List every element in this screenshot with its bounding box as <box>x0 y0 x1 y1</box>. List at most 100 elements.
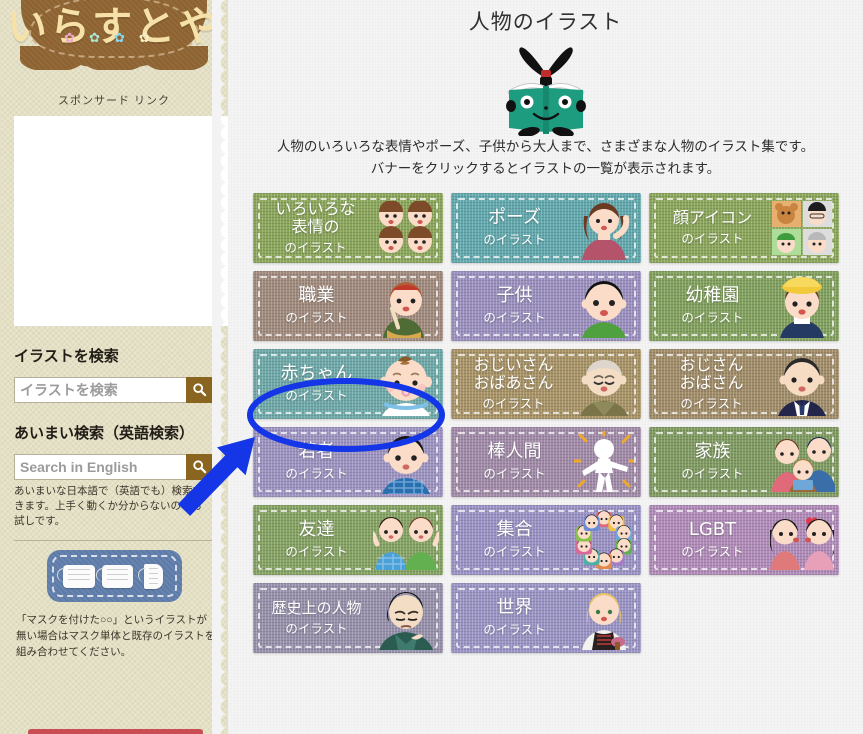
flower-icon-1: ✿ <box>64 30 90 45</box>
banner-kao-icon[interactable]: 顔アイコン のイラスト <box>648 193 839 264</box>
banner-rekishijo[interactable]: 歴史上の人物 のイラスト <box>252 583 443 654</box>
banner-tomodachi-labels: 友達 のイラスト <box>253 505 377 575</box>
banner-wakamono-labels: 若者 のイラスト <box>253 427 377 497</box>
banner-akachan[interactable]: 赤ちゃん のイラスト <box>252 349 443 420</box>
mask-illustration-banner[interactable] <box>46 550 182 603</box>
banner-ojiisan-obaasan[interactable]: おじいさん おばあさんのイラスト <box>450 349 641 420</box>
banner-yochien-artwork <box>769 271 835 341</box>
banner-kazoku-labels: 家族 のイラスト <box>649 427 773 497</box>
illustration-site-page: いらすとや ✿✿✿✿ スポンサード リンク イラストを検索 あいまい検索（英語検… <box>0 0 863 734</box>
banner-ojiisan-obaasan-artwork <box>571 349 637 419</box>
next-section-banner[interactable] <box>28 729 203 734</box>
flower-icon-3: ✿ <box>114 30 139 45</box>
banner-iroirona-hyojo-artwork <box>373 193 439 263</box>
search-submit-english[interactable] <box>186 453 213 480</box>
search-en-hint: あいまいな日本語で（英語でも）検索できます。上手く動くか分からないのでお試しです… <box>14 484 203 527</box>
banner-pose-title-line-1: ポーズ <box>487 207 542 229</box>
search-input-japanese[interactable] <box>14 376 186 403</box>
main-content: 人物のイラスト 人物のいろいろな表情やポーズ、子供から大人まで、さまざまな人物の… <box>228 0 863 734</box>
search-input-english[interactable] <box>14 453 186 480</box>
banner-ojiisan-obaasan-title-line-1: おじいさん <box>473 355 554 375</box>
banner-sekai[interactable]: 世界 のイラスト <box>450 583 641 654</box>
banner-tomodachi[interactable]: 友達 のイラスト <box>252 505 443 576</box>
banner-shokugyo-title-line-1: 職業 <box>298 285 335 307</box>
logo-flower-row: ✿✿✿✿ <box>0 30 228 46</box>
family-icon <box>770 437 835 493</box>
painter-icon <box>382 282 424 339</box>
banner-tomodachi-artwork <box>372 505 439 575</box>
banner-wakamono-artwork <box>373 427 439 497</box>
banner-lgbt-title-line-1: LGBT <box>688 519 737 541</box>
banner-shugo[interactable]: 集合 のイラスト <box>450 505 641 576</box>
banner-pose-subtitle: のイラスト <box>483 232 546 248</box>
banner-yochien-labels: 幼稚園 のイラスト <box>649 271 773 341</box>
two-friends-icon <box>372 517 439 571</box>
mask-icon-3 <box>143 564 163 590</box>
book-mascot-icon <box>505 47 586 136</box>
sidebar: いらすとや ✿✿✿✿ スポンサード リンク イラストを検索 あいまい検索（英語検… <box>0 0 228 734</box>
banner-bouningen[interactable]: 棒人間 のイラスト <box>450 427 641 498</box>
banner-bouningen-artwork <box>571 427 637 497</box>
banner-wakamono[interactable]: 若者 のイラスト <box>252 427 443 498</box>
banner-ojiisan-obaasan-subtitle: のイラスト <box>482 396 545 412</box>
banner-yochien-title-line-1: 幼稚園 <box>685 285 740 307</box>
banner-shugo-artwork <box>571 505 637 575</box>
book-mascot <box>228 36 863 136</box>
banner-rekishijo-title-line-1: 歴史上の人物 <box>271 598 362 617</box>
sidebar-divider <box>14 540 212 542</box>
banner-kodomo-artwork <box>571 271 637 341</box>
banner-wakamono-subtitle: のイラスト <box>285 466 348 482</box>
banner-shugo-subtitle: のイラスト <box>483 544 546 560</box>
lead-text-line-2: バナーをクリックするとイラストの一覧が表示されます。 <box>370 160 721 176</box>
banner-shokugyo-artwork <box>373 271 439 341</box>
banner-ojiisan-obaasan-title-line-2: おばあさん <box>473 373 554 393</box>
banner-rekishijo-artwork <box>373 583 439 653</box>
banner-lgbt[interactable]: LGBT のイラスト <box>648 505 839 576</box>
banner-rekishijo-labels: 歴史上の人物 のイラスト <box>253 583 377 653</box>
search-icon <box>193 460 207 474</box>
world-girl-icon <box>581 593 626 651</box>
two-women-kiss-icon <box>769 517 834 571</box>
banner-iroirona-hyojo-labels: いろいろな 表情の のイラスト <box>253 193 377 263</box>
banner-lgbt-labels: LGBT のイラスト <box>649 505 773 575</box>
banner-ojisan-obasan-title-line-2: おばさん <box>679 373 744 393</box>
boy-face-icon <box>581 281 626 339</box>
banner-kodomo[interactable]: 子供 のイラスト <box>450 271 641 342</box>
banner-pose[interactable]: ポーズ のイラスト <box>450 193 641 264</box>
banner-akachan-title-line-1: 赤ちゃん <box>280 363 353 385</box>
search-submit-japanese[interactable] <box>186 376 213 403</box>
banner-kodomo-title-line-1: 子供 <box>496 285 533 307</box>
banner-ojiisan-obaasan-labels: おじいさん おばあさんのイラスト <box>451 349 575 419</box>
banner-lgbt-artwork <box>769 505 835 575</box>
banner-iroirona-hyojo[interactable]: いろいろな 表情の のイラスト <box>252 193 443 264</box>
banner-shokugyo[interactable]: 職業 のイラスト <box>252 271 443 342</box>
banner-ojisan-obasan-labels: おじさん おばさん のイラスト <box>649 349 773 419</box>
banner-ojisan-obasan[interactable]: おじさん おばさん のイラスト <box>648 349 839 420</box>
banner-akachan-labels: 赤ちゃん のイラスト <box>253 349 377 419</box>
banner-shugo-title-line-1: 集合 <box>496 519 533 541</box>
banner-kazoku[interactable]: 家族 のイラスト <box>648 427 839 498</box>
banner-akachan-artwork <box>373 349 439 419</box>
banner-sekai-artwork <box>571 583 637 653</box>
banner-iroirona-hyojo-title-line-2: 表情の <box>291 217 340 237</box>
banner-shokugyo-subtitle: のイラスト <box>285 310 348 326</box>
banner-shugo-labels: 集合 のイラスト <box>451 505 575 575</box>
banner-yochien[interactable]: 幼稚園 のイラスト <box>648 271 839 342</box>
banner-kao-icon-artwork <box>769 193 835 263</box>
mask-icon-2 <box>101 565 133 589</box>
banner-pose-labels: ポーズ のイラスト <box>451 193 575 263</box>
mask-icon-1 <box>62 565 95 589</box>
baby-icon <box>379 356 432 417</box>
woman-pose-icon <box>581 203 629 261</box>
banner-kodomo-subtitle: のイラスト <box>483 310 546 326</box>
banner-iroirona-hyojo-title-line-1: いろいろな <box>275 199 356 219</box>
advertisement-slot[interactable] <box>14 116 228 326</box>
banner-sekai-subtitle: のイラスト <box>483 622 546 638</box>
flower-icon-4: ✿ <box>138 30 164 45</box>
kindergarten-girl-icon <box>779 277 824 339</box>
historical-figure-icon <box>378 592 433 651</box>
lead-text-line-1: 人物のいろいろな表情やポーズ、子供から大人まで、さまざまな人物のイラスト集です。 <box>276 139 815 154</box>
site-logo[interactable]: いらすとや ✿✿✿✿ <box>0 0 228 70</box>
young-man-icon <box>381 436 430 495</box>
banner-yochien-subtitle: のイラスト <box>681 310 744 326</box>
